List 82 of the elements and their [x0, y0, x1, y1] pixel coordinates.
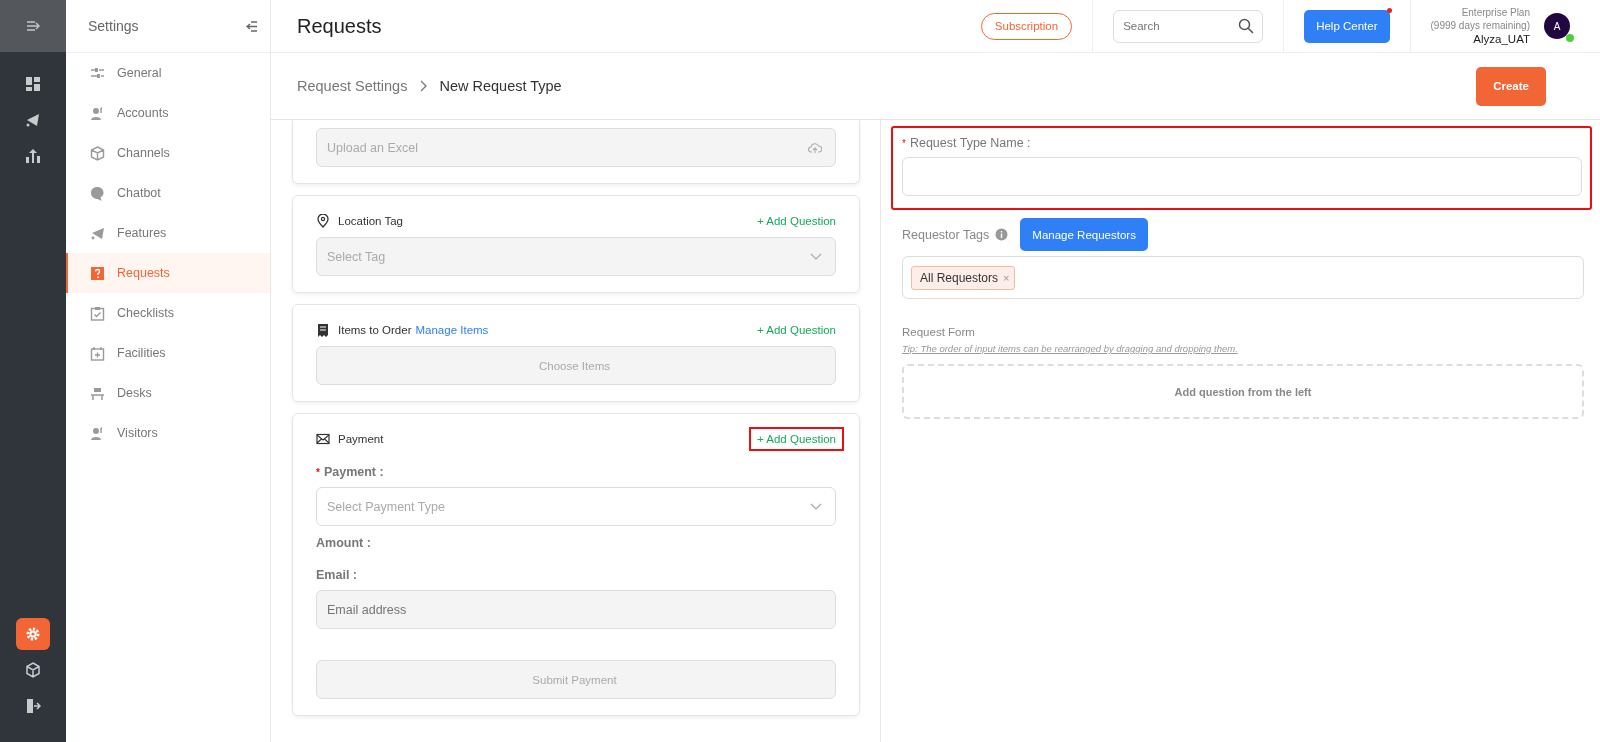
sidebar-item[interactable]: Requests	[66, 253, 270, 293]
select-field[interactable]: Select Tag	[316, 237, 836, 276]
card-title: Location Tag	[338, 215, 403, 227]
help-center-button[interactable]: Help Center	[1304, 9, 1390, 43]
sidebar-item[interactable]: Channels	[66, 133, 270, 173]
location-pin-icon	[316, 214, 330, 228]
chevron-down-icon	[810, 252, 822, 261]
calendar-plus-icon	[90, 345, 105, 361]
collapse-icon	[246, 20, 258, 32]
dashboard-icon	[25, 76, 41, 92]
tag-label: All Requestors	[920, 270, 999, 285]
sidebar-item[interactable]: Checklists	[66, 293, 270, 333]
users-icon	[90, 105, 105, 121]
cloud-upload-icon	[808, 141, 822, 154]
receipt-icon	[316, 323, 330, 337]
cube-icon	[25, 662, 41, 678]
search-field[interactable]: Search	[1113, 9, 1264, 43]
choose-items-button[interactable]: Choose Items	[316, 346, 836, 385]
field-label: Payment :	[323, 465, 384, 479]
select-placeholder: Select Payment Type	[327, 499, 445, 514]
manage-requestors-button[interactable]: Manage Requestors	[1020, 218, 1148, 251]
sidebar-item[interactable]: Chatbot	[66, 173, 270, 213]
logout-icon	[25, 698, 41, 714]
plan-days: (9999 days remaining)	[1430, 18, 1530, 32]
avatar[interactable]: A	[1544, 13, 1570, 39]
tip-text: Tip: The order of input items can be rearranged by dragging and dropping them.	[902, 343, 1239, 354]
upload-field[interactable]: Upload an Excel	[316, 128, 836, 167]
menu-icon	[26, 20, 40, 32]
required-mark: *	[316, 466, 320, 478]
name-input-field[interactable]	[902, 157, 1582, 196]
page-title: Requests	[297, 14, 382, 38]
nav-button[interactable]	[16, 618, 50, 650]
chat-bubble-icon	[90, 185, 105, 201]
field-label: Requestor Tags	[902, 227, 990, 242]
remove-tag-button[interactable]: ×	[1003, 271, 1010, 284]
desk-icon	[90, 385, 105, 401]
megaphone-icon	[90, 225, 105, 241]
field-label: Email :	[316, 568, 357, 582]
sliders-icon	[90, 65, 105, 81]
plan-name: Enterprise Plan	[1460, 5, 1530, 19]
tags-field[interactable]: All Requestors ×	[902, 256, 1584, 299]
chevron-down-icon	[810, 502, 822, 511]
field-label: Request Type Name :	[909, 136, 1031, 150]
sidebar-item[interactable]: Facilities	[66, 333, 270, 373]
envelope-icon	[316, 432, 330, 446]
megaphone-icon	[25, 112, 41, 128]
user-name: Alyza_UAT	[1472, 31, 1530, 47]
sidebar-item[interactable]: Desks	[66, 373, 270, 413]
manage-items-link[interactable]: Manage Items	[415, 324, 489, 336]
submit-payment-button[interactable]: Submit Payment	[316, 660, 836, 699]
drop-zone: Add question from the left	[902, 364, 1584, 419]
chart-icon	[25, 148, 41, 164]
add-question-button[interactable]: + Add Question	[749, 318, 844, 342]
clipboard-check-icon	[90, 305, 105, 321]
create-button[interactable]: Create	[1476, 66, 1546, 106]
chevron-right-icon	[419, 80, 428, 92]
email-field[interactable]: Email address	[316, 590, 836, 629]
breadcrumb-link[interactable]: Request Settings	[297, 78, 408, 94]
field-label: Amount :	[316, 536, 371, 550]
question-icon	[90, 265, 105, 281]
sidebar-item[interactable]: Accounts	[66, 93, 270, 133]
sidebar-title: Settings	[88, 18, 140, 34]
section-label: Request Form	[902, 326, 976, 338]
add-question-button[interactable]: + Add Question	[749, 209, 844, 233]
card-title: Payment	[338, 433, 384, 445]
sidebar-item[interactable]: Visitors	[66, 413, 270, 453]
required-mark: *	[902, 137, 906, 149]
breadcrumb-current: New Request Type	[439, 78, 562, 94]
cube-icon	[90, 145, 105, 161]
upload-placeholder: Upload an Excel	[327, 140, 419, 155]
search-icon	[1238, 17, 1255, 34]
users-icon	[90, 425, 105, 441]
tag[interactable]: All Requestors ×	[911, 265, 1016, 290]
select-field[interactable]: Select Payment Type	[316, 487, 836, 526]
settings-icon	[25, 626, 41, 642]
info-icon	[995, 228, 1009, 241]
select-placeholder: Select Tag	[327, 249, 386, 264]
add-question-button[interactable]: + Add Question	[749, 427, 844, 451]
sidebar-item[interactable]: Features	[66, 213, 270, 253]
sidebar-item[interactable]: General	[66, 53, 270, 93]
card-title: Items to Order	[338, 324, 412, 336]
subscription-button[interactable]: Subscription	[980, 12, 1073, 40]
